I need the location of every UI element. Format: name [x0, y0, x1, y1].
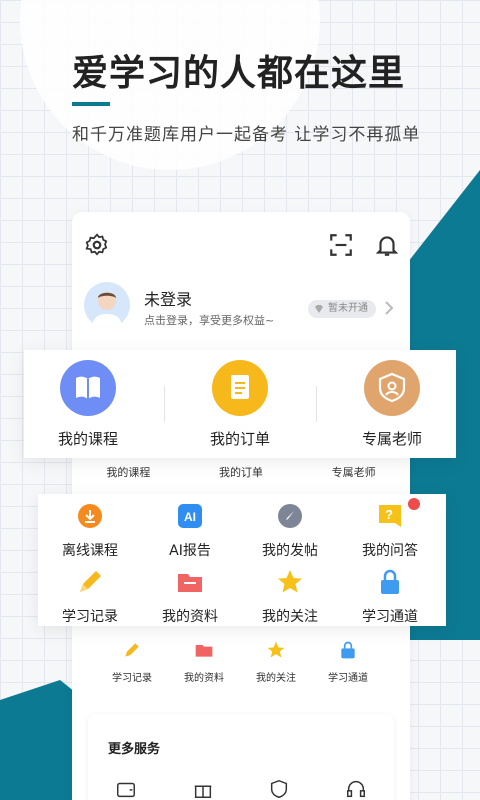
ai-report-label: AI报告	[169, 543, 211, 559]
feature-grid-card: 离线课程 AI AI报告 我的发帖 ? 我的问答 学习记录 我的资料 我的关注 …	[38, 494, 446, 626]
lock-icon	[341, 641, 355, 659]
offline-courses-label: 离线课程	[62, 543, 118, 559]
more-services-title: 更多服务	[108, 742, 161, 757]
exclusive-teacher-button[interactable]: 专属老师	[332, 360, 452, 449]
promo-headline: 爱学习的人都在这里	[72, 53, 406, 94]
shield-icon[interactable]	[268, 778, 290, 800]
exclusive-teacher-label: 专属老师	[361, 430, 422, 448]
my-posts-label: 我的发帖	[262, 543, 318, 559]
study-record-button[interactable]: 学习记录	[40, 568, 140, 626]
my-courses-button[interactable]: 我的课程	[28, 360, 148, 449]
my-follow-label: 我的关注	[262, 609, 318, 625]
pencil-icon	[80, 571, 101, 592]
folder-icon	[178, 574, 202, 592]
chevron-right-icon[interactable]	[384, 300, 394, 316]
ai-report-button[interactable]: AI AI报告	[140, 502, 240, 560]
headset-icon[interactable]	[345, 778, 367, 800]
my-orders-label: 我的订单	[209, 430, 270, 448]
ai-icon: AI	[178, 504, 202, 528]
study-channel-button[interactable]: 学习通道	[340, 568, 440, 626]
avatar[interactable]	[84, 282, 130, 328]
pencil-icon	[125, 643, 139, 657]
my-qa-button[interactable]: ? 我的问答	[340, 502, 440, 560]
folder-icon	[195, 645, 213, 657]
svg-text:?: ?	[385, 507, 393, 522]
my-materials-button[interactable]: 我的资料	[140, 568, 240, 626]
mini-label: 学习通道	[328, 673, 368, 684]
qa-icon: ?	[379, 505, 401, 527]
my-follow-button[interactable]: 我的关注	[240, 568, 340, 626]
my-qa-label: 我的问答	[362, 543, 418, 559]
mini-item-materials[interactable]: 我的资料	[164, 640, 244, 684]
grid-underlay: 学习记录 我的资料 我的关注 学习通道	[72, 640, 410, 700]
more-services-card: 更多服务	[88, 714, 394, 800]
download-icon	[78, 504, 102, 528]
teacher-icon	[364, 360, 420, 416]
order-icon	[212, 360, 268, 416]
promo-subline: 和千万准题库用户一起备考 让学习不再孤单	[72, 125, 421, 145]
offline-courses-button[interactable]: 离线课程	[40, 502, 140, 560]
profile-name: 未登录	[144, 290, 193, 309]
scan-icon[interactable]	[328, 232, 354, 258]
underlay-label: 我的课程	[106, 466, 151, 479]
more-services-icons	[88, 778, 394, 800]
lock-icon	[381, 569, 399, 594]
gem-icon	[315, 305, 323, 313]
divider	[164, 386, 165, 422]
headline-underline	[72, 102, 110, 106]
my-orders-button[interactable]: 我的订单	[180, 360, 300, 449]
vip-status-badge[interactable]: 暂未开通	[308, 300, 376, 318]
wallet-icon[interactable]	[115, 778, 137, 800]
profile-row[interactable]: 未登录 点击登录，享受更多权益~ 暂未开通	[84, 282, 404, 342]
bell-icon[interactable]	[374, 232, 400, 258]
main-items-card: 我的课程 我的订单 专属老师	[24, 350, 456, 458]
mini-label: 我的资料	[184, 673, 224, 684]
mini-label: 我的关注	[256, 673, 296, 684]
profile-hint: 点击登录，享受更多权益~	[144, 314, 275, 327]
study-record-label: 学习记录	[62, 609, 118, 625]
top-icons-bar	[72, 232, 410, 262]
post-icon	[278, 504, 302, 528]
mini-item-channel[interactable]: 学习通道	[308, 640, 388, 684]
vip-badge-label: 暂未开通	[328, 303, 368, 314]
mini-label: 学习记录	[112, 673, 152, 684]
gift-icon[interactable]	[192, 778, 214, 800]
my-posts-button[interactable]: 我的发帖	[240, 502, 340, 560]
mini-item-follow[interactable]: 我的关注	[236, 640, 316, 684]
underlay-label: 我的订单	[218, 466, 263, 479]
settings-icon[interactable]	[84, 232, 110, 258]
svg-text:AI: AI	[184, 510, 196, 524]
mini-item-record[interactable]: 学习记录	[92, 640, 172, 684]
star-icon	[278, 570, 302, 593]
star-icon	[267, 641, 285, 658]
my-materials-label: 我的资料	[162, 609, 218, 625]
study-channel-label: 学习通道	[362, 609, 418, 625]
underlay-label: 专属老师	[331, 466, 376, 479]
main-items-underlay: 我的课程 我的订单 专属老师	[72, 464, 410, 480]
my-courses-label: 我的课程	[57, 430, 118, 448]
book-icon	[60, 360, 116, 416]
divider	[316, 386, 317, 422]
